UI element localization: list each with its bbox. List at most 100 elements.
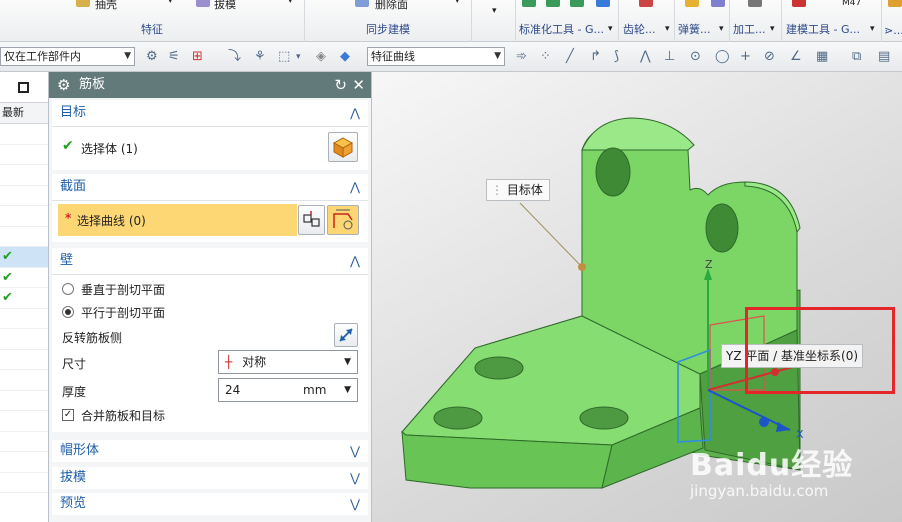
gear-icon[interactable]: ⚙ <box>57 72 70 98</box>
flip-rib-label: 反转筋板侧 <box>62 331 123 345</box>
circle-center-icon[interactable]: ⊙ <box>690 50 701 64</box>
dimension-label: 尺寸 <box>62 357 87 371</box>
navigator-row[interactable] <box>0 350 48 370</box>
curve-select-icon[interactable]: ⤵ <box>228 50 241 64</box>
angle-icon[interactable]: ∠ <box>790 50 802 64</box>
ribbon-group-caption: 特征 <box>141 23 163 36</box>
navigator-row[interactable] <box>0 391 48 411</box>
draft-button[interactable]: 拔模 <box>214 0 236 12</box>
navigator-row[interactable] <box>0 473 48 493</box>
dropdown-arrow-icon[interactable]: ▾ <box>168 0 173 6</box>
grid-icon[interactable]: ▦ <box>816 50 828 64</box>
select-curve-row[interactable]: * 选择曲线 (0) <box>58 204 297 236</box>
dropdown-arrow-icon[interactable]: ▾ <box>288 0 293 6</box>
circle-quadrant-icon[interactable]: ◯ <box>715 50 730 64</box>
tangent-icon[interactable]: ⊘ <box>764 50 775 64</box>
reset-icon[interactable]: ↻ <box>334 72 347 98</box>
bend-icon[interactable]: ↱ <box>590 50 601 64</box>
navigator-row[interactable] <box>0 145 48 165</box>
spline-icon[interactable]: ⟆ <box>614 50 619 64</box>
plus-icon[interactable]: + <box>740 50 751 64</box>
ribbon-group-standard-tools[interactable]: 标准化工具 - G... ▾ <box>516 0 619 42</box>
point-cloud-icon[interactable]: ⁘ <box>540 50 551 64</box>
navigator-row[interactable] <box>0 432 48 452</box>
line-icon[interactable]: ╱ <box>566 50 574 64</box>
chevron-down-icon[interactable]: ⋁ <box>350 467 360 489</box>
flip-rib-button[interactable] <box>334 323 358 347</box>
dropdown-arrow-icon[interactable]: ▾ <box>455 0 460 6</box>
navigator-column-header[interactable]: 最新 <box>0 102 48 124</box>
curve-rule-select[interactable]: 特征曲线 ▼ <box>367 47 505 66</box>
navigator-row[interactable] <box>0 370 48 391</box>
delete-face-button[interactable]: 删除面 <box>375 0 408 12</box>
eraser-icon[interactable]: ◈ <box>316 50 326 64</box>
navigator-row[interactable] <box>0 165 48 186</box>
rectangle-select-icon[interactable]: ⬚ <box>278 50 290 64</box>
ribbon-group-modeling-tools[interactable]: M47 建模工具 - G... ▾ <box>782 0 882 42</box>
combine-label[interactable]: 合并筋板和目标 <box>81 407 165 424</box>
navigator-row[interactable] <box>0 124 48 145</box>
navigator-row[interactable] <box>0 206 48 227</box>
dimension-select[interactable]: ┼ 对称 ▼ <box>218 350 358 374</box>
perpendicular-radio[interactable] <box>62 283 74 295</box>
bracket-model[interactable] <box>401 117 801 489</box>
chevron-up-icon[interactable]: ⋀ <box>350 248 360 274</box>
snap-icon[interactable]: ⚙ <box>146 50 158 64</box>
navigator-row[interactable]: ✔ <box>0 247 48 268</box>
drag-handle-icon[interactable]: ⋮ <box>491 183 503 197</box>
select-body-label[interactable]: 选择体 (1) <box>81 140 138 157</box>
perpendicular-icon[interactable]: ⊥ <box>664 50 675 64</box>
dialog-title: 筋板 <box>79 77 106 92</box>
thickness-input[interactable]: 24 mm ▼ <box>218 378 358 402</box>
ribbon-group-gear[interactable]: 齿轮... ▾ <box>619 0 675 42</box>
preview-group[interactable]: 预览 ⋁ <box>52 493 368 515</box>
perpendicular-label[interactable]: 垂直于剖切平面 <box>81 281 165 298</box>
shell-button[interactable]: 抽壳 <box>95 0 117 12</box>
navigator-row[interactable] <box>0 186 48 206</box>
target-section-title: 目标 <box>60 105 87 120</box>
sketch-section-button[interactable] <box>327 205 359 235</box>
scope-filter-select[interactable]: 仅在工作部件内 ▼ <box>0 47 135 66</box>
navigator-row[interactable] <box>0 452 48 473</box>
filter-icon[interactable]: ⚟ <box>168 50 180 64</box>
section-section-header[interactable]: 截面 ⋀ <box>52 174 368 200</box>
maximize-icon[interactable] <box>18 82 29 93</box>
zigzag-icon[interactable]: ⋀ <box>640 50 651 64</box>
ribbon-group-machining[interactable]: 加工... ▾ <box>730 0 782 42</box>
select-curve-label: 选择曲线 (0) <box>77 214 146 228</box>
navigator-row[interactable] <box>0 329 48 350</box>
wall-section-header[interactable]: 壁 ⋀ <box>52 248 368 274</box>
dropdown-arrow-icon[interactable]: ▾ <box>492 6 497 16</box>
hat-body-group[interactable]: 帽形体 ⋁ <box>52 440 368 462</box>
combine-checkbox[interactable]: ✓ <box>62 409 74 421</box>
shell-icon <box>76 0 90 7</box>
navigator-row[interactable]: ✔ <box>0 288 48 309</box>
chevron-down-icon[interactable]: ⋁ <box>350 440 360 462</box>
arrow-right-icon[interactable]: ➾ <box>516 50 527 64</box>
view-fit-icon[interactable]: ⧉ <box>852 50 861 64</box>
navigator-row[interactable] <box>0 309 48 329</box>
cube-select-icon[interactable]: ◆ <box>340 50 350 64</box>
select-body-button[interactable] <box>328 132 358 162</box>
dropdown-arrow-icon[interactable]: ▾ <box>296 50 301 64</box>
select-curve-button[interactable] <box>298 205 325 235</box>
navigator-row[interactable]: ✔ <box>0 268 48 288</box>
check-icon: ✔ <box>2 249 13 264</box>
chevron-down-icon[interactable]: ⋁ <box>350 493 360 515</box>
target-section-header[interactable]: 目标 ⋀ <box>52 100 368 126</box>
ribbon-group-spring[interactable]: 弹簧... ▾ <box>675 0 730 42</box>
navigator-row[interactable] <box>0 411 48 432</box>
intent-icon[interactable]: ⚘ <box>254 50 266 64</box>
parallel-label[interactable]: 平行于剖切平面 <box>81 304 165 321</box>
render-icon[interactable]: ▤ <box>878 50 890 64</box>
baidu-watermark-url: jingyan.baidu.com <box>690 482 829 500</box>
select-point-icon[interactable]: ⊞ <box>192 50 203 64</box>
ribbon-group-overflow[interactable]: ⋗... <box>882 0 902 42</box>
navigator-row[interactable] <box>0 227 48 247</box>
chevron-up-icon[interactable]: ⋀ <box>350 174 360 200</box>
close-icon[interactable]: ✕ <box>352 72 365 98</box>
dropdown-arrow-icon: ▾ <box>719 24 724 34</box>
draft-group[interactable]: 拔模 ⋁ <box>52 467 368 489</box>
chevron-up-icon[interactable]: ⋀ <box>350 100 360 126</box>
parallel-radio[interactable] <box>62 306 74 318</box>
